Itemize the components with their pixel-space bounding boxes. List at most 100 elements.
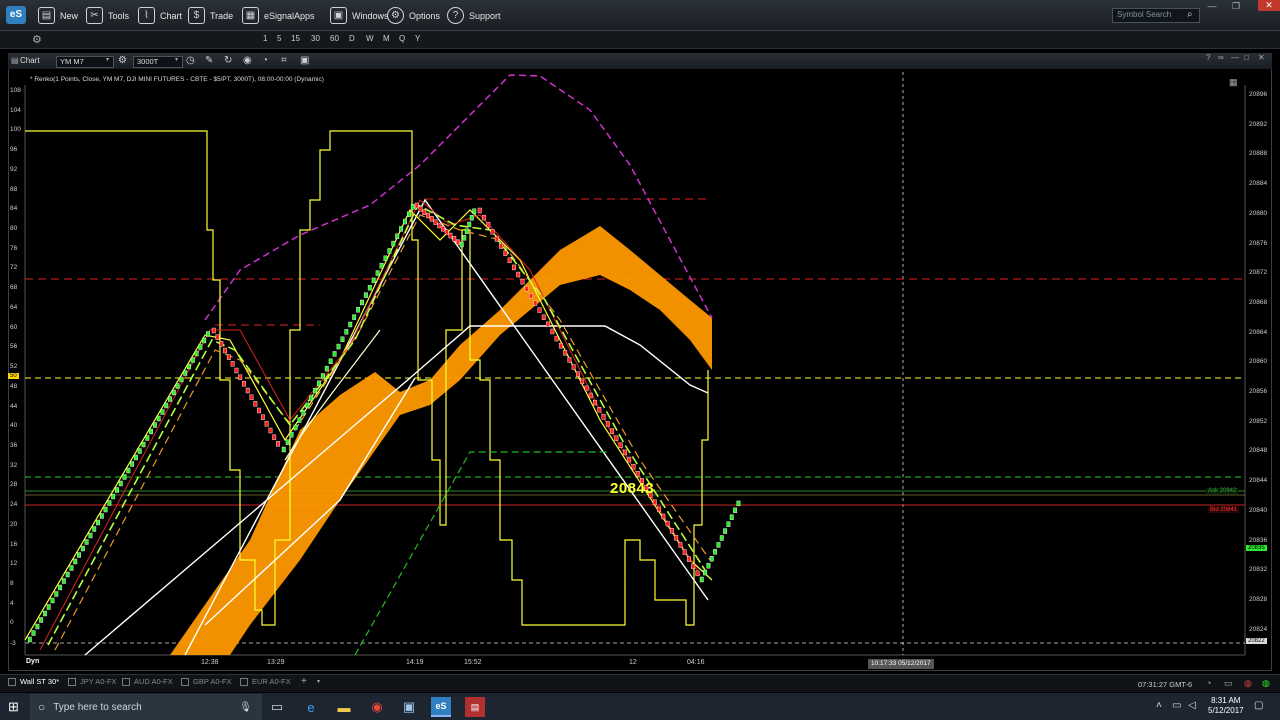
last-price-tag: 20835 <box>1246 545 1267 551</box>
right-axis-label: 20852 <box>1249 417 1268 425</box>
right-axis-label: 20880 <box>1249 209 1268 217</box>
taskbar-search[interactable]: ○ Type here to search 🎙 <box>30 694 262 720</box>
file-explorer-icon[interactable]: ▬ <box>334 697 354 717</box>
renko-up-brick <box>84 539 89 545</box>
renko-down-brick <box>618 442 623 449</box>
edge-browser-icon[interactable]: e <box>301 697 321 717</box>
volume-icon[interactable]: ◁ <box>1188 700 1196 711</box>
x-axis-label: 04:16 <box>687 659 705 666</box>
renko-down-brick <box>452 236 457 242</box>
renko-up-brick <box>320 373 325 379</box>
renko-down-brick <box>567 357 572 363</box>
renko-chart[interactable] <box>0 0 1280 720</box>
renko-down-brick <box>614 435 619 441</box>
alert-icon[interactable]: ◍ <box>1244 678 1252 689</box>
page-tab[interactable]: EUR A0-FX <box>240 677 291 686</box>
renko-up-brick <box>367 285 372 291</box>
big-price-readout: 20843 <box>610 480 655 497</box>
renko-down-brick <box>503 250 508 256</box>
status-ok-icon[interactable]: ◍ <box>1262 678 1270 689</box>
renko-down-brick <box>571 364 576 370</box>
left-axis-label: 56 <box>10 343 18 351</box>
left-axis-label: 24 <box>10 501 18 509</box>
renko-down-brick <box>486 222 491 228</box>
renko-up-brick <box>183 370 188 376</box>
renko-up-brick <box>42 610 47 617</box>
renko-down-brick <box>580 378 585 384</box>
renko-down-brick <box>529 293 533 299</box>
renko-up-brick <box>190 357 195 363</box>
page-tab[interactable]: AUD A0-FX <box>122 677 173 686</box>
left-axis-label: 12 <box>10 560 18 568</box>
renko-up-brick <box>39 617 44 623</box>
renko-up-brick <box>171 389 176 396</box>
chevron-down-icon[interactable]: ▾ <box>317 678 320 685</box>
renko-down-brick <box>622 449 627 456</box>
x-axis-mode[interactable]: Dyn <box>26 658 39 665</box>
cloud-ribbon <box>170 226 712 655</box>
renko-up-brick <box>356 307 361 313</box>
renko-down-brick <box>627 456 632 463</box>
renko-down-brick <box>448 232 453 239</box>
renko-down-brick <box>482 214 486 221</box>
renko-down-brick <box>257 407 262 414</box>
renko-down-brick <box>226 354 231 360</box>
esignal-taskbar-icon[interactable]: eS <box>431 697 451 717</box>
notifications-icon[interactable]: ▢ <box>1254 700 1263 711</box>
renko-up-brick <box>122 474 127 480</box>
left-axis-label: 104 <box>10 106 21 114</box>
right-axis-label: 20848 <box>1249 447 1268 455</box>
renko-down-brick <box>541 314 546 320</box>
page-tab[interactable]: Wall ST 30* <box>8 677 59 686</box>
renko-down-brick <box>665 520 670 527</box>
renko-down-brick <box>223 347 228 354</box>
chrome-icon[interactable]: ◉ <box>367 697 387 717</box>
microphone-icon[interactable]: 🎙 <box>239 702 252 713</box>
connection-icon[interactable]: ◔ <box>1206 678 1211 688</box>
right-axis-label: 20860 <box>1249 358 1268 366</box>
renko-up-brick <box>50 597 55 604</box>
renko-down-brick <box>444 229 449 235</box>
renko-down-brick <box>588 392 593 399</box>
page-tab[interactable]: JPY A0-FX <box>68 677 117 686</box>
taskbar-search-placeholder: Type here to search <box>53 701 142 713</box>
recorder-icon[interactable]: ▤ <box>465 697 485 717</box>
page-tab[interactable]: GBP A0-FX <box>181 677 232 686</box>
x-axis-label: 13:29 <box>267 659 285 666</box>
renko-down-brick <box>253 401 258 407</box>
right-axis-label: 20892 <box>1249 120 1268 128</box>
right-axis-label: 20876 <box>1249 239 1268 247</box>
renko-down-brick <box>674 535 679 541</box>
renko-down-brick <box>610 428 615 434</box>
right-axis-label: 20844 <box>1249 477 1268 485</box>
renko-down-brick <box>242 381 246 387</box>
add-tab-icon[interactable]: + <box>301 676 307 687</box>
renko-up-brick <box>160 409 165 415</box>
renko-up-brick <box>459 241 464 248</box>
renko-up-brick <box>118 480 123 487</box>
renko-up-brick <box>719 535 724 541</box>
system-clock[interactable]: 8:31 AM 5/12/2017 <box>1208 696 1244 716</box>
right-axis-label: 20896 <box>1249 91 1268 98</box>
renko-down-brick <box>219 341 224 347</box>
renko-up-brick <box>305 402 310 409</box>
renko-up-brick <box>313 387 317 394</box>
renko-up-brick <box>360 299 364 306</box>
tab-label: JPY A0-FX <box>80 677 117 686</box>
tray-chevron-icon[interactable]: ˄ <box>1156 700 1162 711</box>
renko-up-brick <box>58 584 63 591</box>
renko-down-brick <box>245 387 250 394</box>
renko-up-brick <box>406 211 411 217</box>
keyboard-icon[interactable]: ▭ <box>1224 678 1233 689</box>
renko-up-brick <box>703 569 708 576</box>
windows-start-icon[interactable]: ⊞ <box>8 699 19 715</box>
left-axis-label: 44 <box>10 402 18 410</box>
right-axis-label: 20864 <box>1249 328 1268 336</box>
renko-down-brick <box>605 421 610 427</box>
display-app-icon[interactable]: ▣ <box>399 697 419 717</box>
network-icon[interactable]: ▭ <box>1172 700 1181 711</box>
task-view-icon[interactable]: ▭ <box>267 697 287 717</box>
renko-down-brick <box>597 407 602 413</box>
renko-up-brick <box>379 262 384 269</box>
left-axis-label: 60 <box>10 323 18 331</box>
